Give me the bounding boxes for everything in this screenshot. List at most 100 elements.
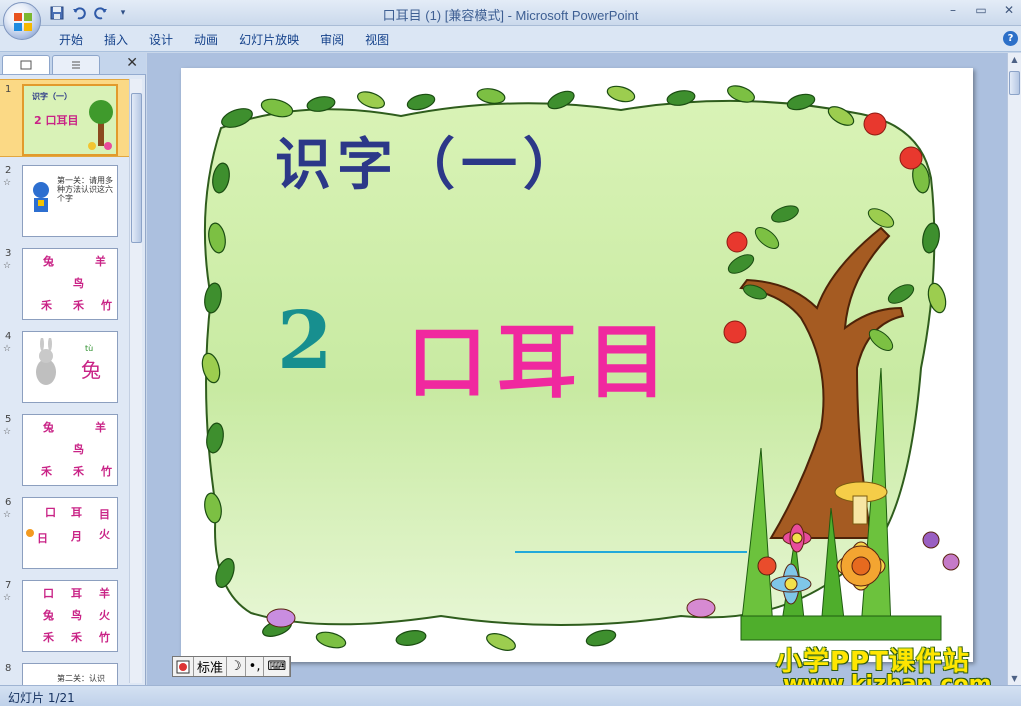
- slide-thumbnail-7[interactable]: 7 ☆ 口 耳 羊 兔 鸟 火 禾 禾 竹: [0, 576, 130, 654]
- thumb-char: 口: [45, 506, 56, 519]
- thumb-sun-icon: [26, 529, 34, 537]
- animation-star-icon: ☆: [3, 427, 12, 437]
- animation-star-icon: ☆: [3, 261, 12, 271]
- thumb-char: 火: [99, 528, 110, 541]
- thumb-char: 禾: [41, 299, 52, 312]
- thumb-char: 鸟: [73, 277, 84, 290]
- thumb-char: 兔: [43, 421, 54, 434]
- slide-scrollbar[interactable]: ▲ ▼: [1007, 53, 1021, 685]
- thumb-char: 鸟: [73, 443, 84, 456]
- scrollbar-thumb[interactable]: [1009, 71, 1020, 95]
- tab-review[interactable]: 审阅: [313, 31, 358, 48]
- help-icon[interactable]: ?: [1003, 31, 1018, 46]
- close-icon[interactable]: ✕: [1001, 3, 1017, 17]
- ime-halfwidth-icon[interactable]: ☽: [227, 657, 246, 676]
- pane-close-icon[interactable]: ✕: [126, 55, 138, 71]
- thumb-char: 竹: [99, 631, 110, 644]
- office-logo-icon: [14, 13, 32, 31]
- thumb-char: 兔: [43, 609, 54, 622]
- thumb-pinyin: tù: [85, 344, 94, 353]
- slide-number: 8: [5, 663, 12, 674]
- tab-slides[interactable]: [2, 55, 50, 74]
- lesson-number[interactable]: 2: [277, 293, 333, 387]
- slide-title[interactable]: 识字（一）: [275, 120, 585, 201]
- thumb-char: 兔: [43, 255, 54, 268]
- slide-editing-area: 识字（一） 2 口耳目: [147, 53, 1007, 685]
- ribbon: 开始 插入 设计 动画 幻灯片放映 审阅 视图 ?: [0, 26, 1021, 52]
- thumbnail-image: 识字（一） 2 口耳目: [22, 84, 118, 156]
- document-title: 口耳目 (1) [兼容模式]: [382, 8, 504, 23]
- thumbnail-image: 第二关：认识: [22, 663, 118, 685]
- ime-logo-icon[interactable]: [173, 657, 194, 676]
- thumb-char: 羊: [95, 421, 106, 434]
- slide-thumbnail-2[interactable]: 2 ☆ 第一关：请用多种方法认识这六个字: [0, 161, 130, 239]
- scroll-down-icon[interactable]: ▼: [1008, 674, 1021, 683]
- tab-outline[interactable]: [52, 55, 100, 74]
- thumb-char: 禾: [73, 299, 84, 312]
- tab-insert[interactable]: 插入: [97, 31, 142, 48]
- underline-shape[interactable]: [515, 551, 747, 553]
- ime-punct-icon[interactable]: •,: [246, 657, 265, 676]
- thumb-char: 禾: [71, 631, 82, 644]
- slides-tab-icon: [20, 60, 32, 70]
- thumb-char: 日: [37, 532, 48, 545]
- thumbnail-image: 口 耳 羊 兔 鸟 火 禾 禾 竹: [22, 580, 118, 652]
- slide-number: 5: [5, 414, 12, 425]
- slide-thumbnail-3[interactable]: 3 ☆ 兔 羊 鸟 禾 禾 竹: [0, 244, 130, 322]
- thumb-char: 口: [43, 587, 54, 600]
- thumbnail-image: 口 耳 目 日 月 火: [22, 497, 118, 569]
- slide-thumbnail-1[interactable]: 1 识字（一） 2 口耳目: [0, 79, 130, 157]
- thumbnail-image: tù 兔: [22, 331, 118, 403]
- status-bar: 幻灯片 1/21: [0, 685, 1021, 706]
- slide-number: 2: [5, 165, 12, 176]
- tab-animations[interactable]: 动画: [187, 31, 232, 48]
- thumb-char: 鸟: [71, 609, 82, 622]
- ime-keyboard-icon[interactable]: ⌨: [264, 657, 291, 676]
- animation-star-icon: ☆: [3, 344, 12, 354]
- thumb-char: 禾: [73, 465, 84, 478]
- thumb-text: 第二关：认识: [57, 674, 105, 683]
- thumb-cartoon-icon: [33, 182, 49, 212]
- thumb-char: 羊: [95, 255, 106, 268]
- thumb-char: 兔: [81, 358, 101, 382]
- slide-canvas[interactable]: 识字（一） 2 口耳目: [181, 68, 973, 662]
- scrollbar-thumb[interactable]: [131, 93, 142, 243]
- thumb-char: 禾: [41, 465, 52, 478]
- ime-toolbar[interactable]: 标准 ☽ •, ⌨: [172, 656, 292, 677]
- scroll-up-icon[interactable]: ▲: [1008, 55, 1021, 64]
- slide-counter: 幻灯片 1/21: [8, 691, 75, 705]
- slide-thumbnail-4[interactable]: 4 ☆ tù 兔: [0, 327, 130, 405]
- tab-slideshow[interactable]: 幻灯片放映: [232, 31, 313, 48]
- slides-pane-scrollbar[interactable]: [129, 79, 142, 683]
- thumb-rabbit-icon: [36, 338, 56, 385]
- powerpoint-window: ▾ 口耳目 (1) [兼容模式] - Microsoft PowerPoint …: [0, 0, 1021, 706]
- animation-star-icon: ☆: [3, 593, 12, 603]
- tab-home[interactable]: 开始: [52, 31, 97, 48]
- thumb-char: 月: [71, 530, 82, 543]
- minimize-icon[interactable]: –: [945, 3, 961, 17]
- slides-pane: ✕ 1 识字（一） 2 口耳目 2 ☆ 第一关：请用多种方法认识这六个字 3 ☆…: [0, 53, 146, 685]
- animation-star-icon: ☆: [3, 510, 12, 520]
- animation-star-icon: ☆: [3, 178, 12, 188]
- ime-mode[interactable]: 标准: [194, 657, 228, 676]
- thumb-char: 耳: [71, 506, 82, 519]
- thumb-tree-icon: [88, 100, 113, 150]
- outline-tab-icon: [72, 61, 80, 69]
- restore-icon[interactable]: ▭: [973, 3, 989, 17]
- tab-view[interactable]: 视图: [358, 31, 403, 48]
- slide-number: 7: [5, 580, 12, 591]
- lesson-words[interactable]: 口耳目: [407, 298, 677, 414]
- window-title: 口耳目 (1) [兼容模式] - Microsoft PowerPoint: [0, 5, 1021, 24]
- thumbnail-image: 兔 羊 鸟 禾 禾 竹: [22, 414, 118, 486]
- slide-number: 4: [5, 331, 12, 342]
- office-button[interactable]: [3, 2, 41, 40]
- thumb-text: 第一关：请用多种方法认识这六个字: [57, 176, 113, 203]
- slide-thumbnail-6[interactable]: 6 ☆ 口 耳 目 日 月 火: [0, 493, 130, 571]
- title-bar: ▾ 口耳目 (1) [兼容模式] - Microsoft PowerPoint …: [0, 0, 1021, 26]
- thumb-char: 目: [99, 508, 110, 521]
- tab-design[interactable]: 设计: [142, 31, 187, 48]
- slide-number: 6: [5, 497, 12, 508]
- slide-thumbnail-5[interactable]: 5 ☆ 兔 羊 鸟 禾 禾 竹: [0, 410, 130, 488]
- slide-thumbnail-8[interactable]: 8 第二关：认识: [0, 659, 130, 685]
- slide-number: 3: [5, 248, 12, 259]
